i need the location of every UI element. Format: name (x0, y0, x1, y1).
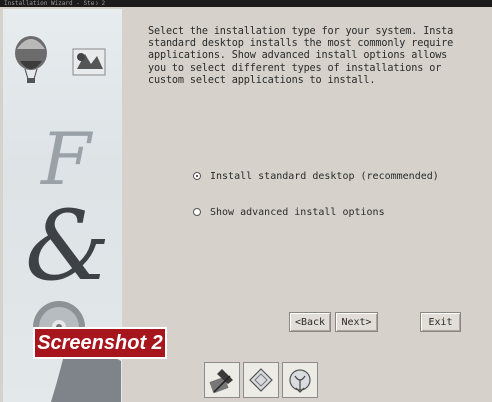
package-install-icon[interactable] (204, 362, 240, 398)
window-titlebar: Installation Wizard - Step 2 (0, 0, 492, 7)
screenshot-label: Screenshot 2 (33, 327, 167, 359)
radio-advanced[interactable] (193, 208, 201, 216)
radio-standard[interactable] (193, 172, 201, 180)
back-button[interactable]: <Back (289, 312, 331, 332)
option-standard-label: Install standard desktop (recommended) (210, 170, 439, 182)
disc-icon[interactable] (243, 362, 279, 398)
option-advanced-install[interactable]: Show advanced install options (193, 205, 385, 219)
next-button[interactable]: Next> (335, 312, 378, 332)
exit-button[interactable]: Exit (420, 312, 461, 332)
option-advanced-label: Show advanced install options (210, 206, 385, 218)
stamp-icon (72, 48, 106, 76)
installer-dialog: Installation Wizard - Step 2 F & Select … (0, 0, 492, 402)
balloon-icon (15, 36, 47, 83)
network-install-icon[interactable] (282, 362, 318, 398)
option-standard-desktop[interactable]: Install standard desktop (recommended) (193, 169, 439, 183)
window-title: Installation Wizard - Step 2 (4, 0, 106, 7)
script-f-glyph: F (39, 117, 94, 201)
ampersand-glyph: & (25, 190, 110, 302)
instructions-text: Select the installation type for your sy… (148, 26, 454, 86)
